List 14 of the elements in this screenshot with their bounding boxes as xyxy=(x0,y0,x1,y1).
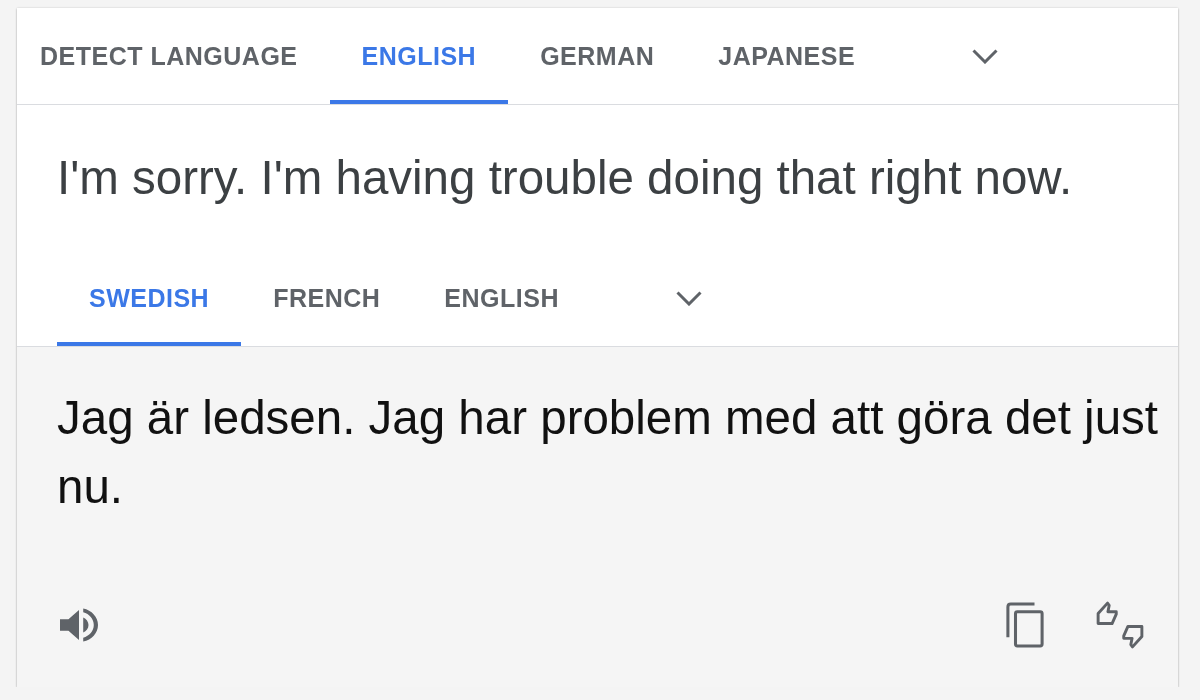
language-tab[interactable]: GERMAN xyxy=(508,8,687,104)
speaker-icon[interactable] xyxy=(60,608,98,642)
language-tab[interactable]: ENGLISH xyxy=(412,250,591,346)
source-text: I'm sorry. I'm having trouble doing that right now. xyxy=(56,150,1074,206)
thumbs-up-down-icon[interactable] xyxy=(1094,600,1146,650)
language-tab[interactable]: JAPANESE xyxy=(686,8,888,104)
chevron-down-icon[interactable] xyxy=(972,48,999,64)
translated-text: Jag är ledsen. Jag har problem med att göra det just nu. xyxy=(56,390,1160,515)
language-tab[interactable]: ENGLISH xyxy=(329,8,509,104)
chevron-down-icon[interactable] xyxy=(676,290,702,306)
language-tab[interactable]: SWEDISH xyxy=(57,250,242,346)
language-tab[interactable]: FRENCH xyxy=(241,250,413,346)
copy-icon[interactable] xyxy=(1006,602,1044,648)
language-tab[interactable]: DETECT LANGUAGE xyxy=(17,8,330,104)
